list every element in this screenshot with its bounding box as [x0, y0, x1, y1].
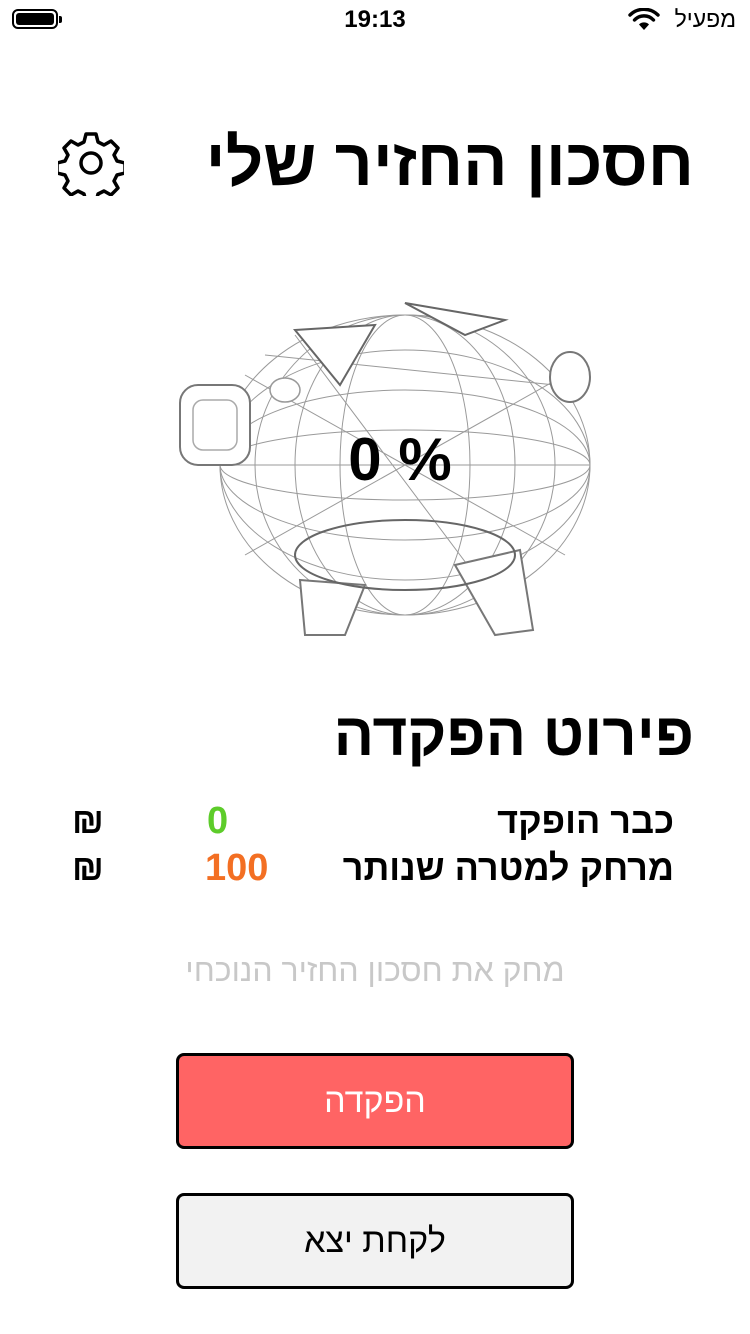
wifi-icon — [628, 8, 660, 30]
deposited-row: כבר הופקד 0 ₪ — [0, 800, 750, 844]
page-title: חסכון החזיר שלי — [205, 125, 694, 199]
deposit-button[interactable]: הפקדה — [176, 1053, 574, 1149]
remaining-label: מרחק למטרה שנותר — [342, 847, 674, 888]
currency-symbol: ₪ — [72, 800, 104, 841]
status-bar: 19:13 מפעיל — [0, 0, 750, 40]
carrier-name: מפעיל — [674, 6, 736, 32]
currency-symbol: ₪ — [72, 847, 104, 888]
withdraw-button[interactable]: לקחת יצא — [176, 1193, 574, 1289]
remaining-row: מרחק למטרה שנותר 100 ₪ — [0, 847, 750, 891]
details-title: פירוט הפקדה — [333, 701, 694, 768]
delete-piggy-link[interactable]: מחק את חסכון החזיר הנוכחי — [0, 952, 750, 989]
deposited-label: כבר הופקד — [497, 800, 674, 841]
savings-percent: 0 % — [348, 426, 452, 493]
deposited-value: 0 — [207, 800, 229, 842]
remaining-value: 100 — [205, 847, 269, 889]
gear-icon[interactable] — [58, 130, 124, 196]
